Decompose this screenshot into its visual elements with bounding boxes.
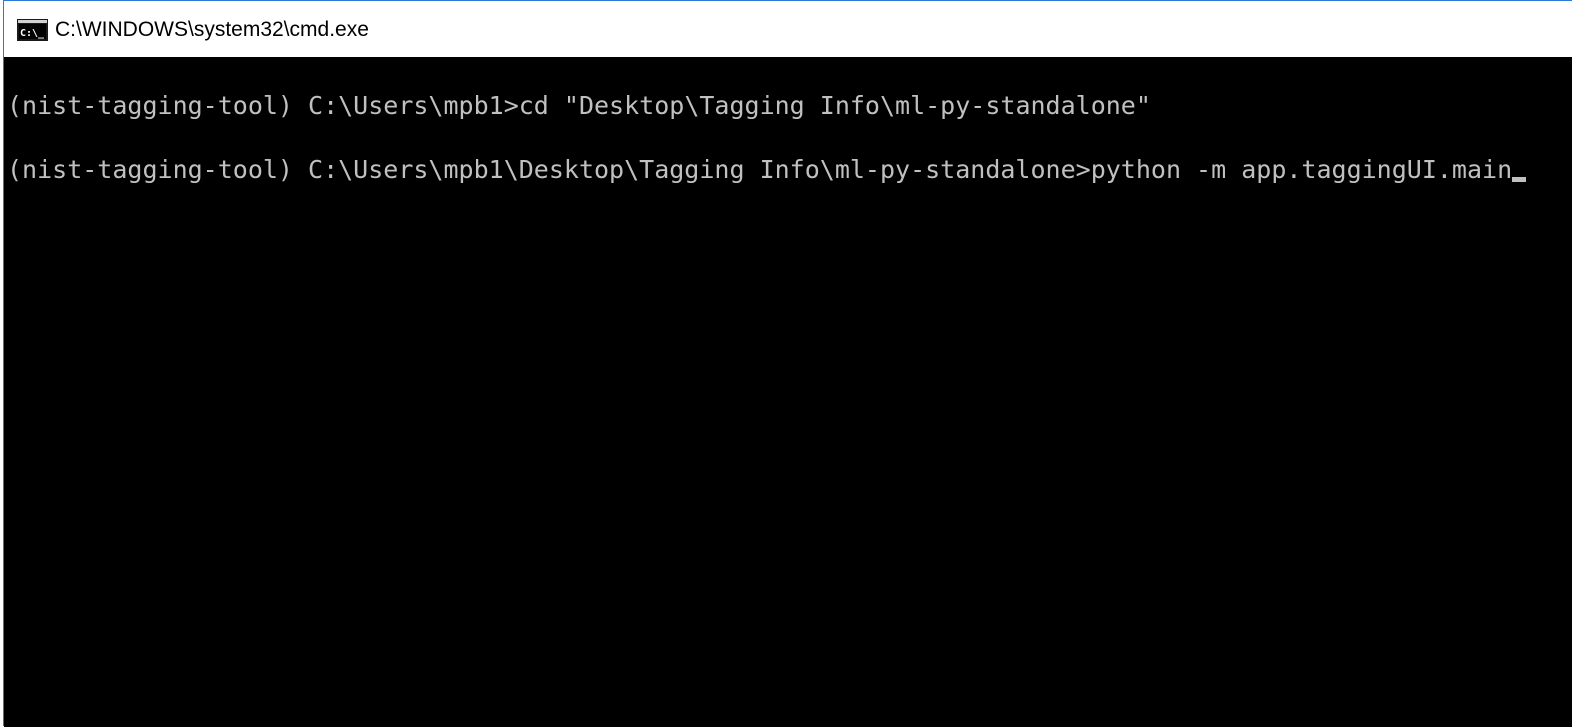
window-title: C:\WINDOWS\system32\cmd.exe [55, 18, 369, 41]
command-text: cd "Desktop\Tagging Info\ml-py-standalon… [518, 91, 1151, 120]
command-input[interactable]: python -m app.taggingUI.main [1091, 155, 1512, 184]
text-cursor [1512, 177, 1527, 182]
svg-text:C:\_: C:\_ [20, 28, 45, 39]
console-line: (nist-tagging-tool) C:\Users\mpb1\Deskto… [7, 155, 1527, 185]
console-output[interactable]: (nist-tagging-tool) C:\Users\mpb1>cd "De… [4, 58, 1572, 727]
command-prompt: (nist-tagging-tool) C:\Users\mpb1> [7, 91, 519, 120]
command-prompt: (nist-tagging-tool) C:\Users\mpb1\Deskto… [7, 155, 1091, 184]
cmd-icon: C:\_ [17, 19, 48, 41]
cmd-window: C:\_ C:\WINDOWS\system32\cmd.exe (nist-t… [3, 0, 1572, 727]
console-line: (nist-tagging-tool) C:\Users\mpb1>cd "De… [7, 91, 1151, 121]
title-bar[interactable]: C:\_ C:\WINDOWS\system32\cmd.exe [4, 1, 1572, 57]
